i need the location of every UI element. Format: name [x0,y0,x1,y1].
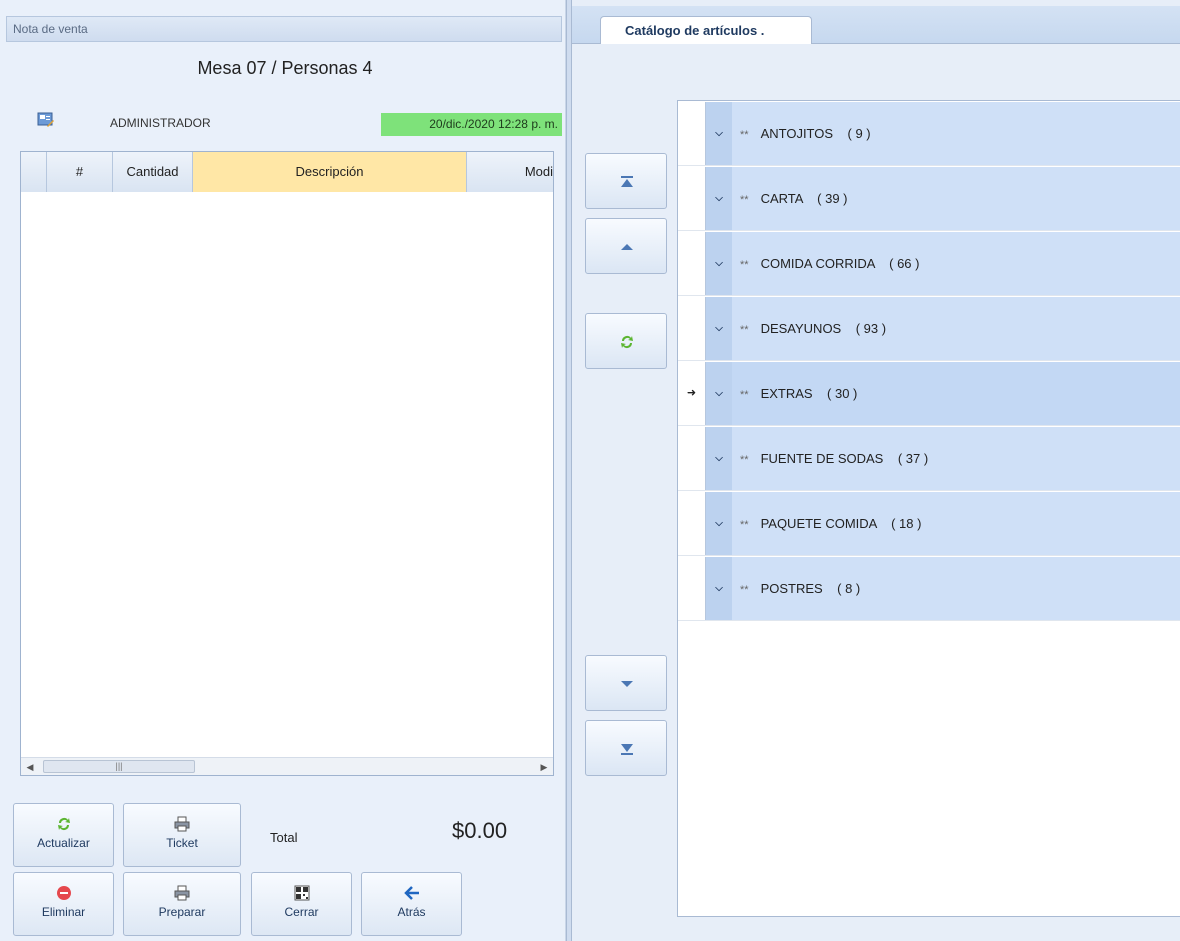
category-text: ** FUENTE DE SODAS ( 37 ) [740,451,929,466]
scroll-left-icon[interactable]: ◀ [21,758,39,776]
table-title: Mesa 07 / Personas 4 [197,58,373,78]
total-value: $0.00 [452,818,508,843]
tab-strip: Catálogo de artículos . [572,6,1180,46]
category-band[interactable]: ⌵ ** DESAYUNOS ( 93 ) [705,297,1180,360]
column-header-indicator[interactable] [21,152,47,192]
row-indicator [678,101,705,166]
scrollbar-thumb[interactable]: ||| [43,760,195,773]
category-text: ** EXTRAS ( 30 ) [740,386,858,401]
category-band[interactable]: ⌵ ** COMIDA CORRIDA ( 66 ) [705,232,1180,295]
column-header-cantidad[interactable]: Cantidad [113,152,193,192]
category-text: ** COMIDA CORRIDA ( 66 ) [740,256,920,271]
category-row[interactable]: ⌵ ** DESAYUNOS ( 93 ) [678,296,1180,361]
chevron-down-icon[interactable]: ⌵ [706,167,732,230]
atras-label: Atrás [397,905,426,919]
column-header-modificadores[interactable]: Modi [467,152,553,192]
category-band[interactable]: ⌵ ** PAQUETE COMIDA ( 18 ) [705,492,1180,555]
category-text: ** ANTOJITOS ( 9 ) [740,126,871,141]
move-first-button[interactable] [585,153,667,209]
row-indicator [678,166,705,231]
ticket-label: Ticket [166,836,198,850]
category-row[interactable]: ⌵ ** CARTA ( 39 ) [678,166,1180,231]
refresh-icon [621,336,633,348]
grid-header: # Cantidad Descripción Modi [21,152,553,192]
row-indicator [678,231,705,296]
horizontal-scrollbar[interactable]: ◀ ||| ▶ [21,757,553,775]
column-header-descripcion[interactable]: Descripción [193,152,467,192]
category-text: ** DESAYUNOS ( 93 ) [740,321,887,336]
eliminar-button[interactable]: Eliminar [13,872,114,936]
category-band[interactable]: ⌵ ** FUENTE DE SODAS ( 37 ) [705,427,1180,490]
chevron-down-icon[interactable]: ⌵ [706,427,732,490]
category-list[interactable]: ⌵ **ANTOJITOS ( 9 ) ⌵ **CARTA ( 39 ) ⌵ [677,100,1180,917]
panel-header: Nota de venta [6,16,562,42]
category-band[interactable]: ⌵ ** ANTOJITOS ( 9 ) [705,102,1180,165]
category-row-selected[interactable]: ➜ ⌵ ** EXTRAS ( 30 ) [678,361,1180,426]
move-last-button[interactable] [585,720,667,776]
datetime-badge: 20/dic./2020 12:28 p. m. [381,113,562,136]
category-text: ** CARTA ( 39 ) [740,191,848,206]
qr-code-icon [294,885,310,901]
preparar-button[interactable]: Preparar [123,872,241,936]
order-items-grid[interactable]: # Cantidad Descripción Modi ◀ ||| ▶ [20,151,554,776]
catalog-panel: Catálogo de artículos . ⌵ ** ANTOJITOS (… [572,0,1180,941]
column-header-number[interactable]: # [47,152,113,192]
move-last-icon [621,744,633,755]
eliminar-label: Eliminar [41,905,86,919]
category-row[interactable]: ⌵ ** POSTRES ( 8 ) [678,556,1180,621]
sales-note-panel: Nota de venta Mesa 07 / Personas 4 ADMIN… [0,0,566,941]
category-text: ** PAQUETE COMIDA ( 18 ) [740,516,922,531]
chevron-down-icon[interactable]: ⌵ [706,232,732,295]
category-text: ** POSTRES ( 8 ) [740,581,861,596]
printer-icon [174,885,190,901]
total-label: Total [270,830,298,845]
cerrar-button[interactable]: Cerrar [251,872,352,936]
chevron-down-icon[interactable]: ⌵ [706,362,732,425]
current-row-arrow-icon: ➜ [686,387,697,399]
category-band[interactable]: ⌵ ** EXTRAS ( 30 ) [705,362,1180,425]
printer-icon [174,816,190,832]
delete-icon [56,885,72,901]
refresh-icon [56,816,72,832]
atras-button[interactable]: Atrás [361,872,462,936]
category-row[interactable]: ⌵ ** COMIDA CORRIDA ( 66 ) [678,231,1180,296]
chevron-down-icon[interactable]: ⌵ [706,297,732,360]
row-indicator [678,491,705,556]
arrow-left-icon [403,885,420,901]
chevron-down-icon[interactable]: ⌵ [706,557,732,620]
move-up-icon [621,244,633,250]
preparar-label: Preparar [158,905,206,919]
refresh-button[interactable] [585,313,667,369]
category-row[interactable]: ⌵ ** ANTOJITOS ( 9 ) [678,101,1180,166]
move-up-button[interactable] [585,218,667,274]
app-window: Nota de venta Mesa 07 / Personas 4 ADMIN… [0,0,1180,941]
move-first-icon [621,176,633,187]
category-band[interactable]: ⌵ ** POSTRES ( 8 ) [705,557,1180,620]
ticket-button[interactable]: Ticket [123,803,241,867]
move-down-icon [621,681,633,687]
actualizar-label: Actualizar [37,836,90,850]
category-row[interactable]: ⌵ ** PAQUETE COMIDA ( 18 ) [678,491,1180,556]
scroll-right-icon[interactable]: ▶ [535,758,553,776]
row-indicator [678,296,705,361]
tab-body: ⌵ **ANTOJITOS ( 9 ) ⌵ **CARTA ( 39 ) ⌵ [572,44,1180,941]
row-indicator [678,556,705,621]
category-band[interactable]: ⌵ ** CARTA ( 39 ) [705,167,1180,230]
user-name: ADMINISTRADOR [110,116,211,130]
category-row[interactable]: ⌵ ** FUENTE DE SODAS ( 37 ) [678,426,1180,491]
chevron-down-icon[interactable]: ⌵ [706,102,732,165]
user-edit-icon[interactable] [37,112,55,128]
actualizar-button[interactable]: Actualizar [13,803,114,867]
cerrar-label: Cerrar [284,905,319,919]
chevron-down-icon[interactable]: ⌵ [706,492,732,555]
move-down-button[interactable] [585,655,667,711]
row-indicator [678,426,705,491]
tab-catalogo-articulos[interactable]: Catálogo de artículos . [600,16,812,46]
